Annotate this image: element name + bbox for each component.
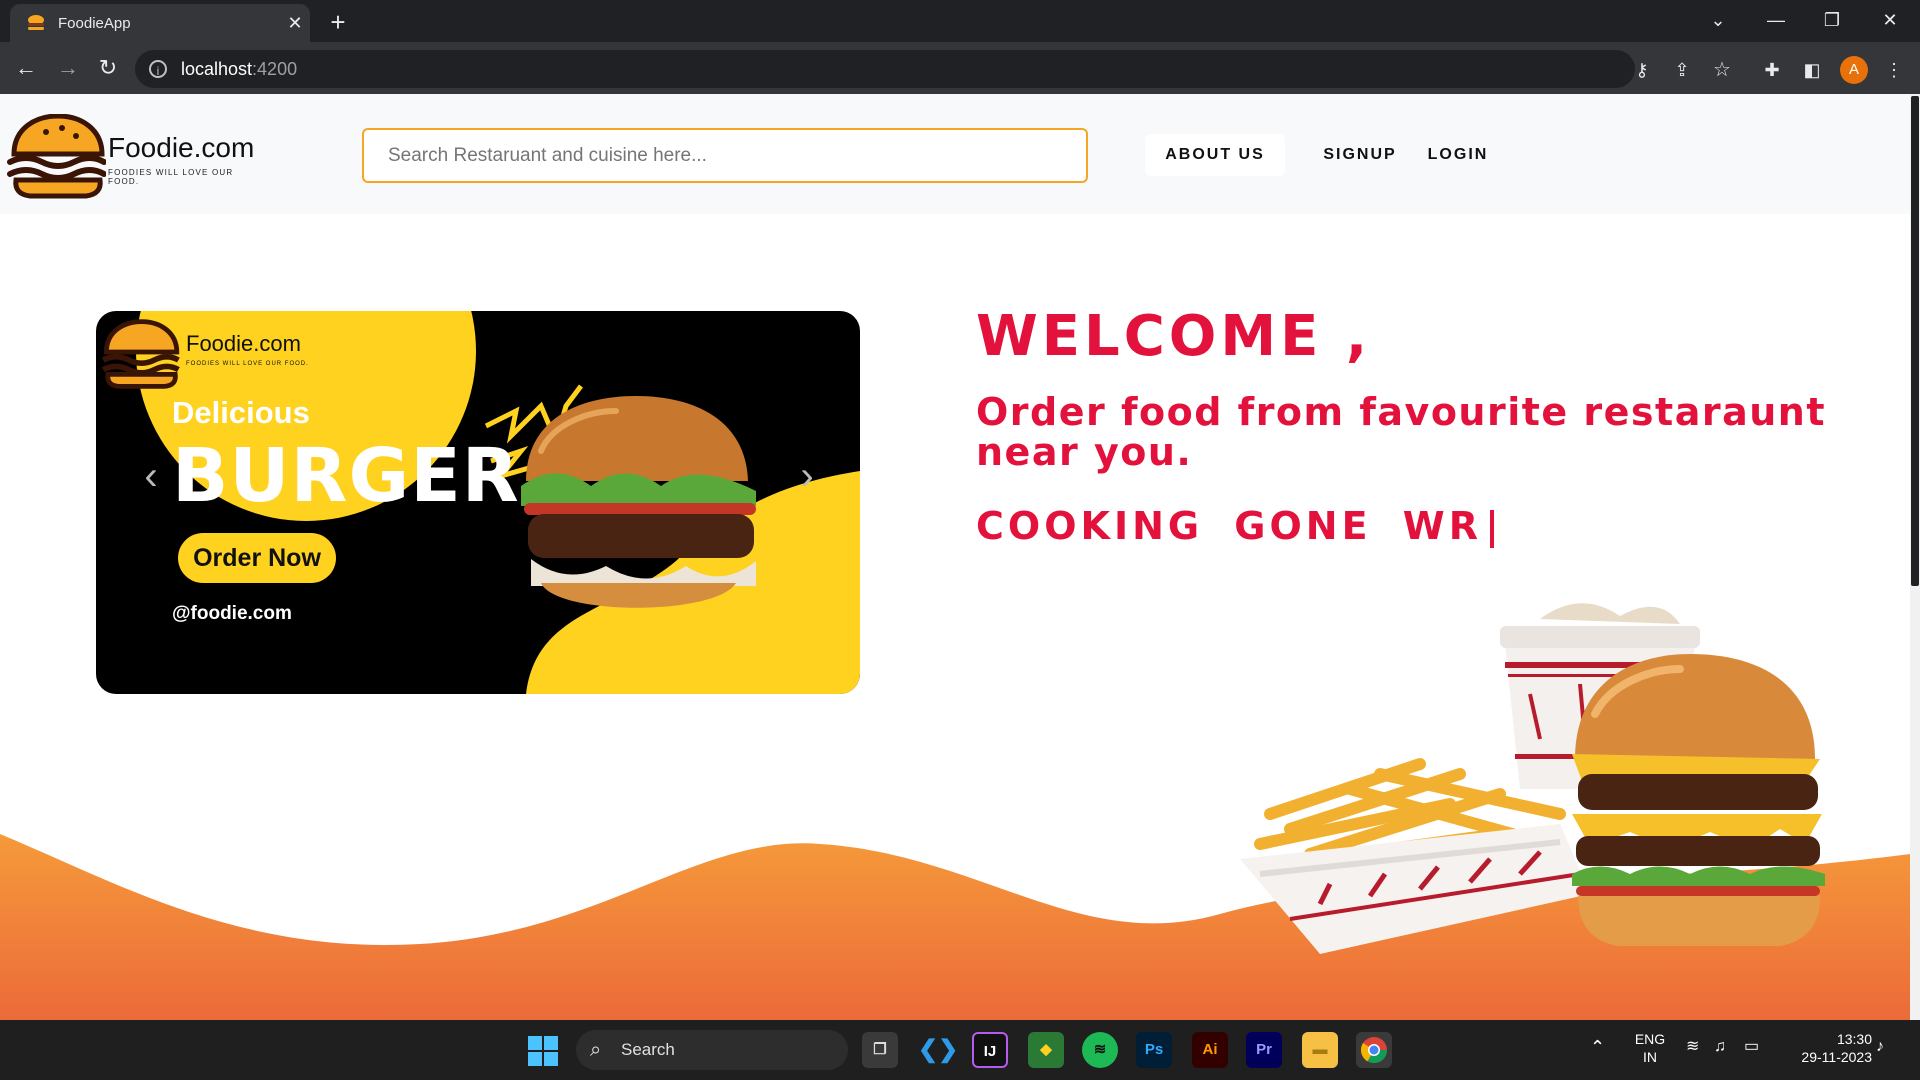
- notification-bell-icon[interactable]: ♪: [1876, 1038, 1884, 1056]
- taskbar-search[interactable]: ⌕ Search: [576, 1030, 848, 1070]
- carousel-next-icon[interactable]: ›: [792, 451, 822, 501]
- fries-burger-drink-image: [1240, 603, 1825, 954]
- minimize-icon[interactable]: —: [1752, 0, 1800, 42]
- restore-icon[interactable]: ❐: [1808, 0, 1856, 42]
- vscode-icon[interactable]: ❮❯: [918, 1032, 958, 1068]
- share-icon[interactable]: ⇪: [1666, 54, 1698, 86]
- site-navbar: Foodie.com FOODIES WILL LOVE OUR FOOD. A…: [0, 94, 1910, 214]
- brand-tagline: FOODIES WILL LOVE OUR FOOD.: [108, 168, 234, 186]
- windows-taskbar: ⌕ Search ❐ ❮❯ IJ ◆ ≋ Ps Ai Pr ▬ ⌃ ENG IN…: [0, 1020, 1920, 1080]
- page-scrollbar[interactable]: [1910, 94, 1920, 1020]
- windows-start-icon[interactable]: [528, 1036, 558, 1066]
- side-panel-icon[interactable]: ◧: [1796, 54, 1828, 86]
- task-view-icon[interactable]: ❐: [862, 1032, 898, 1068]
- nav-about-us[interactable]: ABOUT US: [1145, 134, 1285, 176]
- typewriter-cursor: [1489, 509, 1494, 548]
- burger-logo-icon: [7, 113, 107, 199]
- spotify-icon[interactable]: ≋: [1082, 1032, 1118, 1068]
- hero-subtitle: Order food from favourite restaraunt nea…: [976, 390, 1826, 474]
- clock-time: 13:30: [1836, 1031, 1872, 1047]
- battery-icon[interactable]: ▭: [1744, 1038, 1759, 1056]
- tab-close-icon[interactable]: ✕: [280, 13, 310, 34]
- photoshop-icon[interactable]: Ps: [1136, 1032, 1172, 1068]
- carousel-brand-tagline: FOODIES WILL LOVE OUR FOOD.: [186, 361, 309, 367]
- restaurant-search-input[interactable]: [362, 128, 1088, 183]
- nav-login[interactable]: LOGIN: [1408, 134, 1508, 176]
- search-icon: ⌕: [590, 1039, 602, 1061]
- forward-icon[interactable]: →: [52, 52, 84, 84]
- bookmark-star-icon[interactable]: ☆: [1706, 54, 1738, 86]
- carousel-prev-icon[interactable]: ‹: [136, 451, 166, 501]
- premiere-icon[interactable]: Pr: [1246, 1032, 1282, 1068]
- brand-name: Foodie.com: [108, 132, 255, 163]
- nav-signup[interactable]: SIGNUP: [1310, 134, 1410, 176]
- illustrator-icon[interactable]: Ai: [1192, 1032, 1228, 1068]
- window-close-icon[interactable]: ✕: [1866, 0, 1914, 42]
- volume-icon[interactable]: ♫: [1714, 1038, 1726, 1056]
- wifi-icon[interactable]: ≋: [1686, 1038, 1699, 1056]
- lang-line1: ENG: [1634, 1031, 1666, 1047]
- menu-kebab-icon[interactable]: ⋮: [1878, 54, 1910, 86]
- profile-avatar[interactable]: A: [1840, 56, 1868, 84]
- url-text: localhost:4200: [181, 58, 298, 79]
- browser-tabstrip: FoodieApp ✕ + ⌄ — ❐ ✕: [0, 0, 1920, 42]
- lang-line2: IN: [1643, 1049, 1657, 1065]
- order-now-button[interactable]: Order Now: [178, 533, 336, 583]
- language-indicator[interactable]: ENG IN: [1630, 1030, 1670, 1066]
- chrome-icon: [1360, 1037, 1388, 1064]
- intellij-icon[interactable]: IJ: [972, 1032, 1008, 1068]
- bluestacks-icon[interactable]: ◆: [1028, 1032, 1064, 1068]
- page-viewport: Foodie.com FOODIES WILL LOVE OUR FOOD. A…: [0, 94, 1910, 1020]
- file-explorer-icon[interactable]: ▬: [1302, 1032, 1338, 1068]
- clock-date: 29-11-2023: [1801, 1049, 1872, 1065]
- clock[interactable]: 13:30 29-11-2023: [1782, 1030, 1872, 1066]
- tray-chevron-icon[interactable]: ⌃: [1590, 1038, 1605, 1056]
- carousel-brand-name: Foodie.com: [186, 331, 301, 356]
- new-tab-icon[interactable]: +: [322, 6, 354, 38]
- password-key-icon[interactable]: ⚷: [1626, 54, 1658, 86]
- tab-search-icon[interactable]: ⌄: [1694, 0, 1742, 42]
- burger-favicon-icon: [28, 15, 44, 30]
- taskbar-search-label: Search: [621, 1040, 675, 1059]
- browser-tab[interactable]: FoodieApp ✕: [10, 4, 310, 42]
- brand-logo[interactable]: Foodie.com FOODIES WILL LOVE OUR FOOD.: [6, 113, 266, 199]
- carousel-handle: @foodie.com: [172, 603, 292, 624]
- carousel-headline-big: BURGER: [172, 433, 520, 519]
- address-bar[interactable]: i localhost:4200: [135, 50, 1635, 88]
- chrome-taskbar-icon[interactable]: [1356, 1032, 1392, 1068]
- tab-title: FoodieApp: [58, 14, 131, 32]
- welcome-heading: WELCOME ,: [976, 304, 1372, 369]
- carousel-burger-logo-icon: [101, 319, 180, 389]
- reload-icon[interactable]: ↻: [92, 52, 124, 84]
- promo-carousel[interactable]: Foodie.com FOODIES WILL LOVE OUR FOOD. D…: [96, 311, 860, 694]
- site-info-icon[interactable]: i: [149, 60, 167, 78]
- carousel-headline-small: Delicious: [172, 395, 310, 430]
- extensions-puzzle-icon[interactable]: ✚: [1756, 54, 1788, 86]
- scrollbar-thumb[interactable]: [1911, 96, 1919, 586]
- typewriter-text: COOKING GONE WR: [976, 504, 1494, 548]
- back-icon[interactable]: ←: [10, 52, 42, 84]
